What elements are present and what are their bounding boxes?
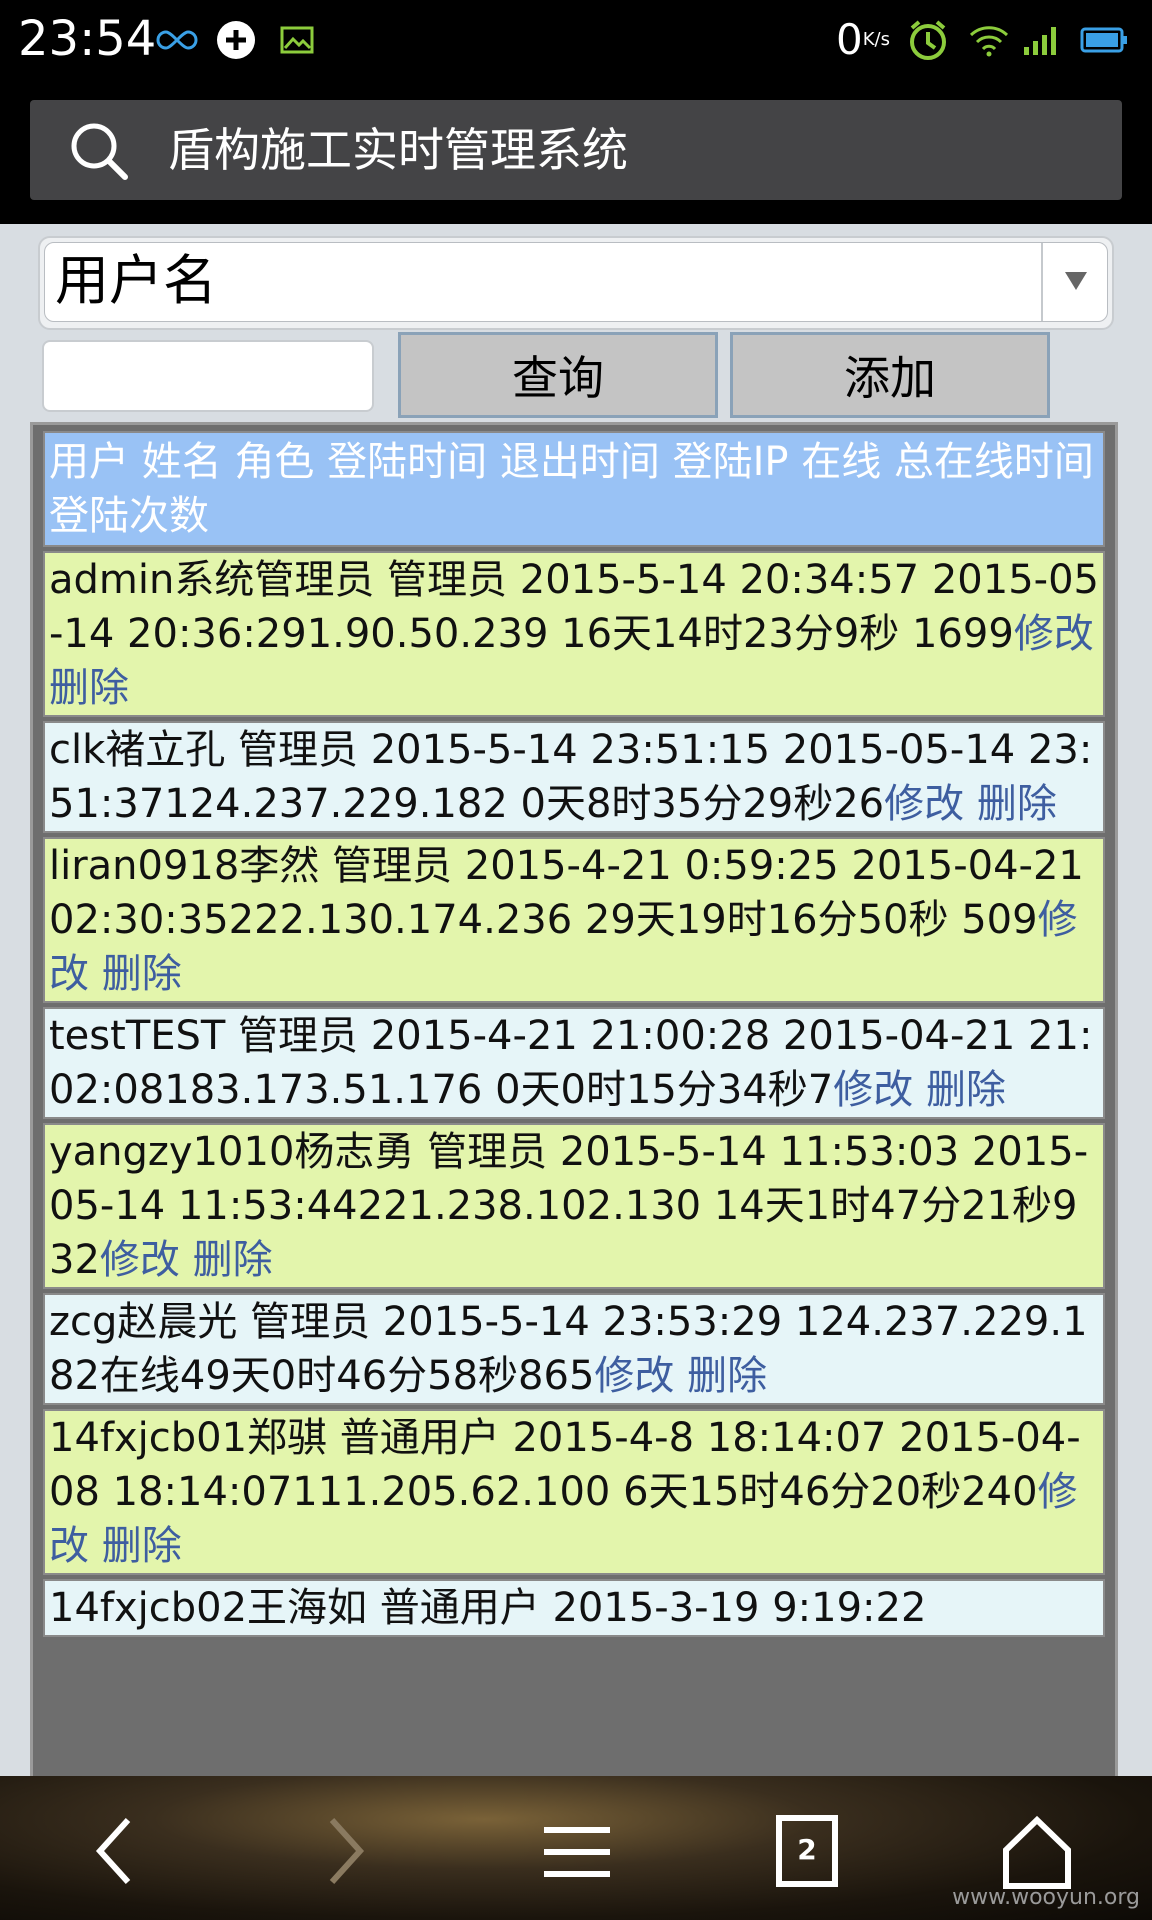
alarm-icon [906, 18, 950, 62]
edit-link[interactable]: 修改 [100, 1237, 180, 1283]
delete-link[interactable]: 删除 [977, 781, 1057, 827]
menu-icon[interactable] [532, 1806, 622, 1896]
search-icon [68, 120, 130, 182]
tab-count: 2 [797, 1833, 817, 1866]
field-select-wrapper: 用户名 [38, 236, 1114, 330]
wifi-icon [968, 18, 1010, 62]
row-text: liran0918李然 管理员 2015-4-21 0:59:25 2015-0… [49, 843, 1084, 943]
row-text: 14fxjcb02王海如 普通用户 2015-3-19 9:19:22 [49, 1585, 927, 1631]
net-speed: 0K/s [836, 15, 890, 64]
status-bar: 23:54 0K/s [0, 0, 1152, 80]
home-icon[interactable] [992, 1806, 1082, 1896]
row-text: admin系统管理员 管理员 2015-5-14 20:34:57 2015-0… [49, 557, 1099, 657]
query-button[interactable]: 查询 [398, 332, 718, 418]
row-text: zcg赵晨光 管理员 2015-5-14 23:53:29 124.237.22… [49, 1299, 1088, 1399]
signal-icon [1022, 18, 1062, 62]
delete-link[interactable]: 删除 [926, 1067, 1006, 1113]
table-row: yangzy1010杨志勇 管理员 2015-5-14 11:53:03 201… [43, 1123, 1105, 1289]
tabs-button[interactable]: 2 [762, 1806, 852, 1896]
edit-link[interactable]: 修改 [833, 1067, 913, 1113]
field-select[interactable]: 用户名 [44, 242, 1108, 322]
watermark-text: www.wooyun.org [952, 1885, 1140, 1910]
delete-link[interactable]: 删除 [193, 1237, 273, 1283]
table-row: zcg赵晨光 管理员 2015-5-14 23:53:29 124.237.22… [43, 1293, 1105, 1405]
status-time: 23:54 [18, 11, 157, 67]
search-input[interactable] [42, 340, 374, 412]
table-row: 14fxjcb01郑骐 普通用户 2015-4-8 18:14:07 2015-… [43, 1409, 1105, 1575]
field-select-value: 用户名 [55, 249, 217, 312]
edit-link[interactable]: 修改 [594, 1353, 674, 1399]
infinity-icon [156, 18, 198, 62]
table-row: admin系统管理员 管理员 2015-5-14 20:34:57 2015-0… [43, 551, 1105, 717]
back-icon[interactable] [70, 1806, 160, 1896]
row-text: 14fxjcb01郑骐 普通用户 2015-4-8 18:14:07 2015-… [49, 1415, 1081, 1515]
address-bar[interactable]: 盾构施工实时管理系统 [30, 100, 1122, 200]
add-button[interactable]: 添加 [730, 332, 1050, 418]
page-title: 盾构施工实时管理系统 [168, 123, 628, 177]
sync-icon [214, 18, 258, 62]
delete-link[interactable]: 删除 [102, 1523, 182, 1569]
delete-link[interactable]: 删除 [687, 1353, 767, 1399]
table-row: 14fxjcb02王海如 普通用户 2015-3-19 9:19:22 [43, 1579, 1105, 1637]
page-content: 用户名 查询 添加 用户 姓名 角色 登陆时间 退出时间 登陆IP 在线 总在线… [0, 224, 1152, 1776]
delete-link[interactable]: 删除 [49, 665, 129, 711]
browser-toolbar: 盾构施工实时管理系统 [0, 80, 1152, 224]
image-icon [280, 18, 314, 62]
battery-icon [1080, 18, 1128, 62]
forward-icon[interactable] [300, 1806, 390, 1896]
edit-link[interactable]: 修改 [884, 781, 964, 827]
table-row: clk褚立孔 管理员 2015-5-14 23:51:15 2015-05-14… [43, 721, 1105, 833]
chevron-down-icon [1063, 268, 1089, 294]
user-table: 用户 姓名 角色 登陆时间 退出时间 登陆IP 在线 总在线时间 登陆次数 ad… [30, 422, 1118, 1776]
table-row: testTEST 管理员 2015-4-21 21:00:28 2015-04-… [43, 1007, 1105, 1119]
select-divider [1041, 243, 1043, 321]
table-header: 用户 姓名 角色 登陆时间 退出时间 登陆IP 在线 总在线时间 登陆次数 [43, 431, 1105, 547]
edit-link[interactable]: 修改 [1014, 611, 1094, 657]
bottom-navigation: 2 www.wooyun.org [0, 1776, 1152, 1920]
delete-link[interactable]: 删除 [102, 951, 182, 997]
table-row: liran0918李然 管理员 2015-4-21 0:59:25 2015-0… [43, 837, 1105, 1003]
